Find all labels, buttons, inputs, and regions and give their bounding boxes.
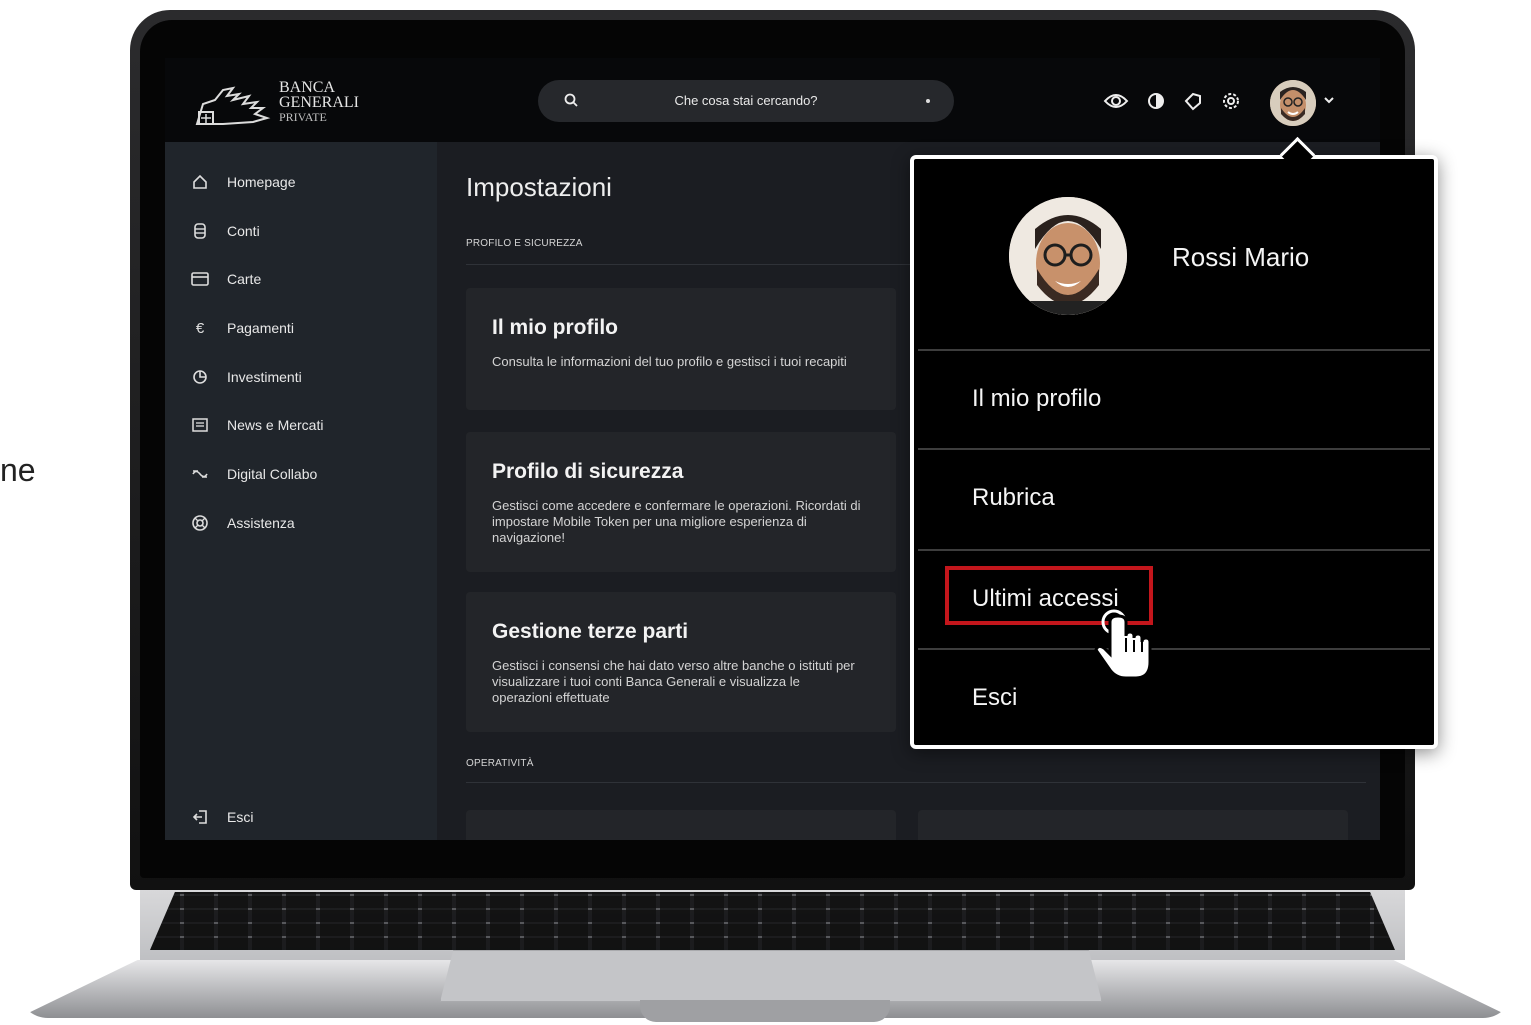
eye-icon[interactable] (1103, 91, 1129, 111)
tag-icon[interactable] (1183, 91, 1203, 111)
search-placeholder: Che cosa stai cercando? (674, 93, 818, 108)
keyboard (150, 892, 1395, 950)
logo-text: BANCA GENERALI PRIVATE (279, 80, 359, 125)
logo-line-3: PRIVATE (279, 110, 327, 124)
sidebar: Homepage Conti Carte € Pagamenti Investi… (165, 142, 437, 840)
sidebar-item-label: Assistenza (227, 515, 295, 531)
top-icons (1103, 88, 1241, 114)
top-bar: BANCA GENERALI PRIVATE Che cosa stai cer… (165, 58, 1380, 142)
home-icon (191, 173, 209, 191)
menu-item-il-mio-profilo[interactable]: Il mio profilo (972, 385, 1101, 413)
divider (918, 448, 1430, 450)
sidebar-item-investimenti[interactable]: Investimenti (191, 366, 302, 388)
sidebar-item-label: Carte (227, 271, 262, 287)
menu-item-esci[interactable]: Esci (972, 684, 1017, 712)
section-label-operativita: OPERATIVITÀ (466, 758, 534, 769)
avatar-face-icon (1009, 197, 1127, 315)
menu-item-rubrica[interactable]: Rubrica (972, 484, 1055, 512)
card-il-mio-profilo[interactable]: Il mio profilo Consulta le informazioni … (466, 288, 896, 410)
pie-chart-icon (191, 368, 209, 386)
card-title: Il mio profilo (492, 316, 618, 339)
divider (466, 782, 1366, 783)
sidebar-item-label: Investimenti (227, 369, 302, 385)
logo-line-2: GENERALI (279, 94, 359, 111)
sidebar-item-label: News e Mercati (227, 417, 324, 433)
profile-avatar (1009, 197, 1127, 315)
hand-pointer-icon (1094, 609, 1152, 680)
lion-logo-icon (195, 86, 271, 125)
card-profilo-sicurezza[interactable]: Profilo di sicurezza Gestisci come acced… (466, 432, 896, 572)
page-title: Impostazioni (466, 172, 612, 202)
database-icon (191, 222, 209, 240)
gear-icon[interactable] (1221, 91, 1241, 111)
logo-line-1: BANCA (279, 79, 336, 96)
sidebar-item-assistenza[interactable]: Assistenza (191, 512, 295, 534)
collab-icon (191, 465, 209, 483)
card-operativita-2[interactable] (918, 810, 1348, 840)
sidebar-item-label: Homepage (227, 174, 296, 190)
sidebar-item-conti[interactable]: Conti (191, 220, 260, 242)
profile-dropdown: Rossi Mario Il mio profilo Rubrica Ultim… (910, 155, 1438, 749)
sidebar-item-label: Conti (227, 223, 260, 239)
divider (918, 549, 1430, 551)
contrast-icon[interactable] (1147, 92, 1165, 110)
card-description: Consulta le informazioni del tuo profilo… (492, 354, 847, 369)
avatar-face-icon (1270, 80, 1316, 126)
side-text-fragment: ne (0, 452, 36, 488)
search-dot-icon (926, 99, 930, 103)
sidebar-item-label: Esci (227, 809, 254, 825)
bank-logo[interactable]: BANCA GENERALI PRIVATE (193, 80, 363, 128)
divider (918, 349, 1430, 351)
avatar[interactable] (1270, 80, 1316, 126)
card-icon (191, 270, 209, 288)
euro-icon: € (195, 319, 205, 337)
card-description: Gestisci come accedere e confermare le o… (492, 498, 861, 545)
sidebar-item-pagamenti[interactable]: € Pagamenti (191, 317, 294, 339)
sidebar-item-carte[interactable]: Carte (191, 268, 261, 290)
card-operativita-1[interactable] (466, 810, 896, 840)
newspaper-icon (191, 416, 209, 434)
divider (918, 648, 1430, 650)
profile-name: Rossi Mario (1172, 242, 1310, 272)
section-label-profilo: PROFILO E SICUREZZA (466, 238, 583, 249)
sidebar-item-label: Digital Collabo (227, 466, 318, 482)
logout-icon (191, 808, 209, 826)
card-description: Gestisci i consensi che hai dato verso a… (492, 658, 855, 705)
card-title: Gestione terze parti (492, 620, 689, 643)
laptop-notch (640, 1000, 890, 1022)
sidebar-item-news[interactable]: News e Mercati (191, 414, 323, 436)
sidebar-item-label: Pagamenti (227, 320, 294, 336)
sidebar-item-digital-collabo[interactable]: Digital Collabo (191, 463, 317, 485)
card-title: Profilo di sicurezza (492, 460, 684, 483)
sidebar-item-homepage[interactable]: Homepage (191, 171, 296, 193)
trackpad (440, 950, 1102, 1002)
sidebar-item-esci[interactable]: Esci (191, 806, 253, 828)
search-bar[interactable]: Che cosa stai cercando? (538, 80, 954, 122)
card-gestione-terze-parti[interactable]: Gestione terze parti Gestisci i consensi… (466, 592, 896, 732)
lifebuoy-icon (191, 514, 209, 532)
chevron-down-icon[interactable] (1323, 96, 1335, 104)
